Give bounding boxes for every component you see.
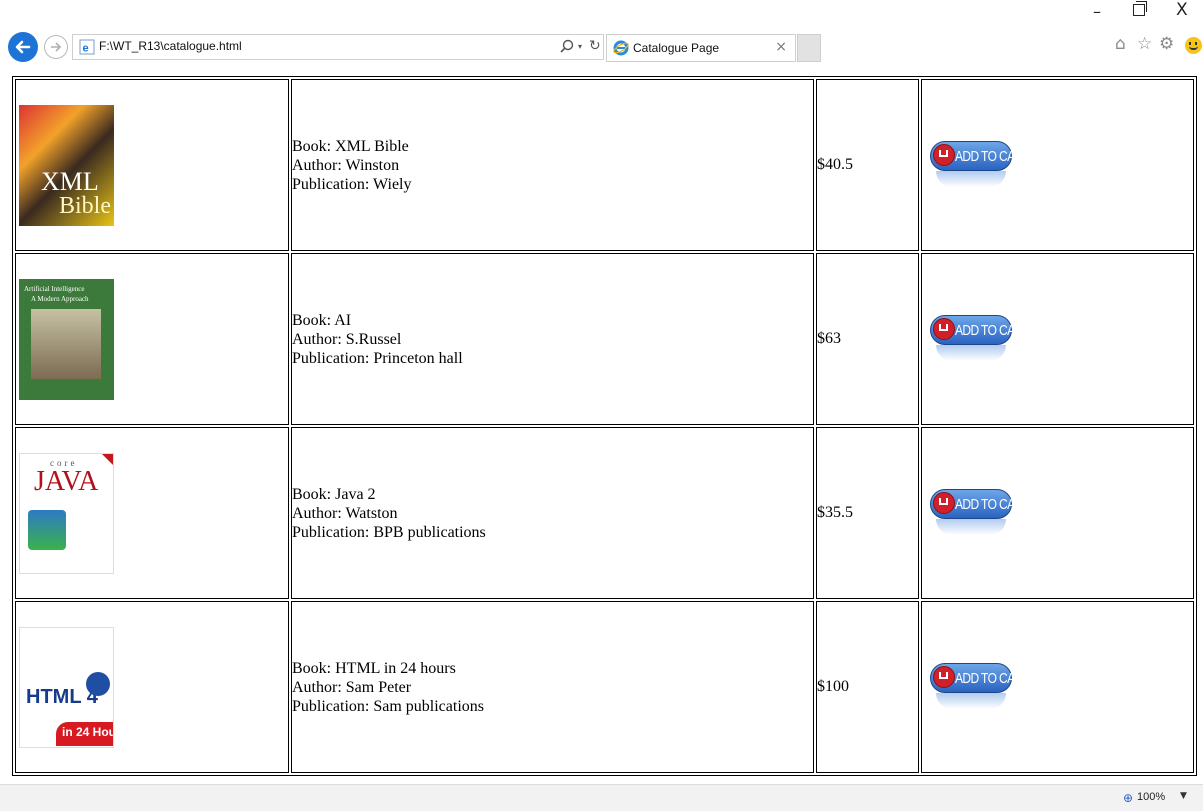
search-icon[interactable] — [558, 38, 576, 56]
book-info-cell: Book: AI Author: S.Russel Publication: P… — [291, 253, 814, 425]
book-price: $100 — [816, 601, 919, 773]
add-to-cart-label: ADD TO CART — [955, 147, 1030, 165]
cover-subtitle: in 24 Hours — [62, 724, 113, 739]
book-price: $63 — [816, 253, 919, 425]
search-dropdown-icon[interactable]: ▾ — [578, 42, 582, 51]
book-info-cell: Book: HTML in 24 hours Author: Sam Peter… — [291, 601, 814, 773]
cart-cell: ADD TO CART — [921, 601, 1194, 773]
home-icon[interactable]: ⌂ — [1115, 34, 1126, 54]
book-title: Book: HTML in 24 hours — [292, 659, 456, 677]
back-arrow-icon — [15, 40, 31, 54]
zoom-icon[interactable]: ⊕ — [1123, 791, 1133, 805]
book-cover-ai: Artificial Intelligence A Modern Approac… — [19, 278, 114, 400]
restore-button[interactable] — [1133, 1, 1147, 16]
catalogue-table: XML Bible Book: XML Bible Author: Winsto… — [12, 76, 1197, 776]
book-title: Book: XML Bible — [292, 137, 409, 155]
cover-title: JAVA — [34, 465, 99, 497]
ie-logo-icon — [613, 40, 629, 56]
table-row: core JAVA Book: Java 2 Author: Watston P… — [15, 427, 1194, 599]
book-publication: Publication: BPB publications — [292, 523, 486, 541]
add-to-cart-button[interactable]: ADD TO CART — [930, 135, 1030, 195]
cart-cell: ADD TO CART — [921, 427, 1194, 599]
ie-page-icon: e — [79, 39, 95, 55]
book-info-cell: Book: Java 2 Author: Watston Publication… — [291, 427, 814, 599]
book-info-cell: Book: XML Bible Author: Winston Publicat… — [291, 79, 814, 251]
book-cover-xml-bible: XML Bible — [19, 104, 114, 226]
cart-icon — [933, 492, 955, 514]
cover-subtitle: A Modern Approach — [31, 294, 89, 303]
book-publication: Publication: Wiely — [292, 175, 412, 193]
star-icon[interactable]: ☆ — [1137, 34, 1152, 54]
book-publication: Publication: Sam publications — [292, 697, 484, 715]
book-cover-cell: core JAVA — [15, 427, 289, 599]
address-url[interactable]: F:\WT_R13\catalogue.html — [99, 39, 242, 53]
refresh-icon[interactable]: ↻ — [589, 38, 601, 54]
book-title: Book: Java 2 — [292, 485, 376, 503]
cart-cell: ADD TO CART — [921, 253, 1194, 425]
book-price: $35.5 — [816, 427, 919, 599]
add-to-cart-label: ADD TO CART — [955, 321, 1030, 339]
book-cover-cell: Artificial Intelligence A Modern Approac… — [15, 253, 289, 425]
zoom-dropdown-icon[interactable]: ▼ — [1180, 791, 1187, 801]
table-row: HTML 4 in 24 Hours Book: HTML in 24 hour… — [15, 601, 1194, 773]
book-author: Author: S.Russel — [292, 330, 402, 348]
cover-subtitle: Bible — [59, 192, 111, 219]
add-to-cart-button[interactable]: ADD TO CART — [930, 657, 1030, 717]
zoom-level[interactable]: 100% — [1137, 791, 1165, 803]
book-price: $40.5 — [816, 79, 919, 251]
table-row: XML Bible Book: XML Bible Author: Winsto… — [15, 79, 1194, 251]
smiley-icon[interactable] — [1185, 37, 1202, 54]
close-window-button[interactable]: X — [1176, 0, 1188, 20]
book-cover-cell: HTML 4 in 24 Hours — [15, 601, 289, 773]
book-title: Book: AI — [292, 311, 352, 329]
book-publication: Publication: Princeton hall — [292, 349, 463, 367]
add-to-cart-label: ADD TO CART — [955, 669, 1030, 687]
add-to-cart-button[interactable]: ADD TO CART — [930, 483, 1030, 543]
browser-chrome: e F:\WT_R13\catalogue.html ▾ ↻ Catalogue… — [0, 0, 1203, 72]
cart-cell: ADD TO CART — [921, 79, 1194, 251]
address-bar[interactable]: e F:\WT_R13\catalogue.html ▾ ↻ — [72, 34, 604, 60]
tab-title: Catalogue Page — [633, 41, 720, 55]
new-tab-button[interactable] — [797, 34, 821, 62]
book-cover-cell: XML Bible — [15, 79, 289, 251]
gear-icon[interactable]: ⚙ — [1159, 34, 1174, 54]
cart-icon — [933, 666, 955, 688]
cover-title: Artificial Intelligence — [24, 284, 85, 293]
book-author: Author: Winston — [292, 156, 400, 174]
book-author: Author: Watston — [292, 504, 398, 522]
minimize-button[interactable]: – — [1093, 2, 1101, 21]
status-bar: ⊕ 100% ▼ — [0, 784, 1203, 811]
book-cover-html: HTML 4 in 24 Hours — [19, 626, 114, 748]
tab-close-icon[interactable]: × — [775, 39, 787, 55]
cart-icon — [933, 318, 955, 340]
forward-button[interactable] — [44, 35, 68, 59]
cart-icon — [933, 144, 955, 166]
tab-catalogue[interactable]: Catalogue Page × — [606, 34, 796, 62]
book-cover-java: core JAVA — [19, 452, 114, 574]
table-row: Artificial Intelligence A Modern Approac… — [15, 253, 1194, 425]
add-to-cart-button[interactable]: ADD TO CART — [930, 309, 1030, 369]
svg-text:e: e — [83, 43, 89, 55]
book-author: Author: Sam Peter — [292, 678, 412, 696]
forward-arrow-icon — [51, 42, 62, 52]
back-button[interactable] — [8, 32, 38, 62]
add-to-cart-label: ADD TO CART — [955, 495, 1030, 513]
